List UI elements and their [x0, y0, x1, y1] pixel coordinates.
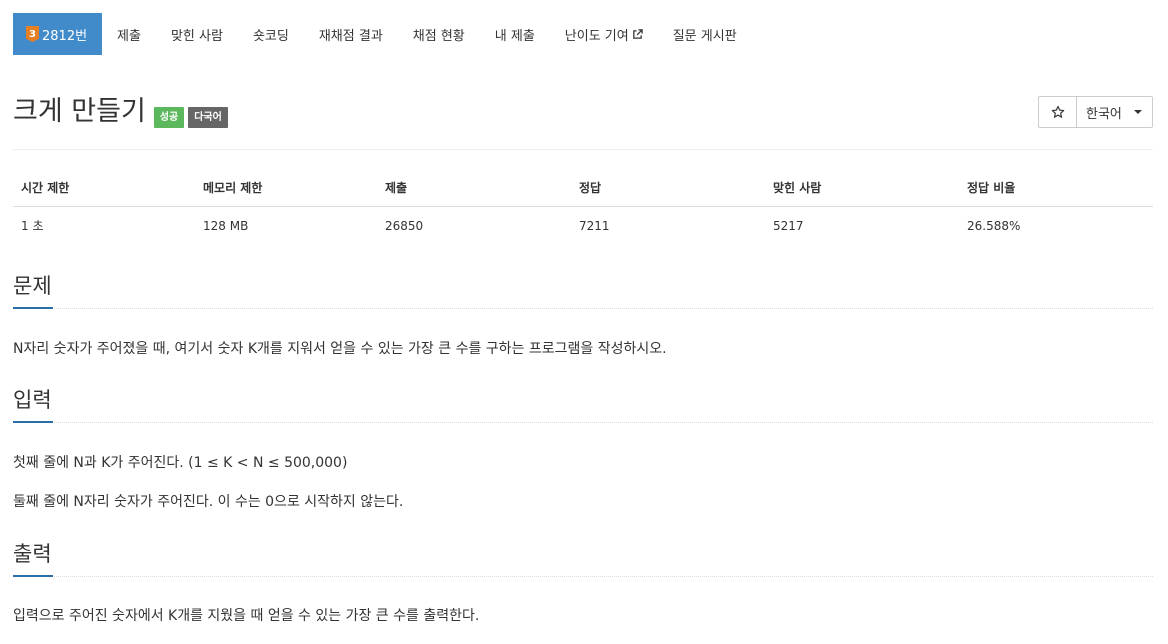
tab-solved-users-label: 맞힌 사람: [170, 28, 223, 44]
tab-difficulty-contribution-label: 난이도 기여: [564, 28, 629, 44]
info-value-row: 1 초 128 MB 26850 7211 5217 26.588%: [13, 207, 1153, 245]
tab-difficulty-contribution[interactable]: 난이도 기여: [550, 13, 658, 55]
value-submissions: 26850: [385, 218, 424, 233]
value-accept-ratio: 26.588%: [967, 218, 1021, 233]
caret-down-icon: [1133, 110, 1142, 114]
star-outline-icon: [1051, 105, 1064, 118]
tab-problem[interactable]: 3 2812번: [13, 13, 103, 55]
tab-rejudge-results[interactable]: 재채점 결과: [304, 13, 398, 55]
output-section-accent: [13, 575, 53, 577]
tab-question-board-label: 질문 게시판: [672, 28, 737, 44]
header-time-limit: 시간 제한: [13, 170, 195, 207]
tab-question-board[interactable]: 질문 게시판: [658, 13, 752, 55]
tab-my-submissions[interactable]: 내 제출: [480, 13, 550, 55]
value-accepted: 7211: [579, 218, 610, 233]
tab-judge-status-label: 채점 현황: [412, 28, 465, 44]
input-description-line-2: 둘째 줄에 N자리 숫자가 주어진다. 이 수는 0으로 시작하지 않는다.: [13, 494, 404, 510]
tab-my-submissions-label: 내 제출: [494, 28, 535, 44]
input-section-divider: [13, 422, 1153, 423]
language-label: 한국어: [1086, 106, 1122, 122]
header-accepted: 정답: [571, 170, 765, 207]
tab-judge-status[interactable]: 채점 현황: [398, 13, 480, 55]
value-solved-users: 5217: [773, 218, 804, 233]
output-section-title: 출력: [13, 542, 52, 566]
title-row: 크게 만들기 성공 다국어: [13, 94, 228, 130]
problem-description: N자리 숫자가 주어졌을 때, 여기서 숫자 K개를 지워서 얻을 수 있는 가…: [13, 341, 667, 357]
header-memory-limit: 메모리 제한: [195, 170, 377, 207]
problem-section-divider: [13, 308, 1153, 309]
problem-section-title: 문제: [13, 274, 52, 298]
title-divider: [13, 149, 1153, 150]
tab-submit[interactable]: 제출: [102, 13, 156, 55]
problem-section-accent: [13, 307, 53, 309]
tab-problem-label: 2812번: [42, 28, 88, 44]
tab-short-coding[interactable]: 숏코딩: [238, 13, 304, 55]
info-header-row: 시간 제한 메모리 제한 제출 정답 맞힌 사람 정답 비율: [13, 170, 1153, 207]
header-solved-users: 맞힌 사람: [765, 170, 959, 207]
output-section-divider: [13, 576, 1153, 577]
page-title: 크게 만들기: [13, 96, 146, 127]
value-memory-limit: 128 MB: [203, 218, 249, 233]
problem-info-table: 시간 제한 메모리 제한 제출 정답 맞힌 사람 정답 비율 1 초 128 M…: [13, 170, 1153, 244]
tier-badge-icon: 3: [26, 26, 39, 42]
language-dropdown[interactable]: 한국어: [1077, 97, 1152, 127]
external-link-icon: [632, 28, 643, 39]
tab-submit-label: 제출: [117, 28, 141, 44]
header-submissions: 제출: [377, 170, 571, 207]
output-description: 입력으로 주어진 숫자에서 K개를 지웠을 때 얻을 수 있는 가장 큰 수를 …: [13, 608, 480, 624]
favorite-button[interactable]: [1039, 97, 1077, 127]
problem-tabs: 3 2812번 제출 맞힌 사람 숏코딩 재채점 결과 채점 현황 내 제출 난…: [13, 13, 752, 55]
tab-solved-users[interactable]: 맞힌 사람: [156, 13, 238, 55]
title-actions: 한국어: [1038, 96, 1153, 128]
value-time-limit: 1 초: [21, 219, 44, 233]
multilingual-badge: 다국어: [188, 107, 228, 128]
input-description-line-1: 첫째 줄에 N과 K가 주어진다. (1 ≤ K < N ≤ 500,000): [13, 455, 348, 471]
input-section-title: 입력: [13, 388, 52, 412]
tab-short-coding-label: 숏코딩: [252, 28, 289, 44]
header-accept-ratio: 정답 비율: [959, 170, 1153, 207]
problem-page: 3 2812번 제출 맞힌 사람 숏코딩 재채점 결과 채점 현황 내 제출 난…: [0, 0, 1168, 644]
input-section-accent: [13, 421, 53, 423]
tab-rejudge-results-label: 재채점 결과: [318, 28, 383, 44]
success-badge: 성공: [153, 107, 185, 128]
